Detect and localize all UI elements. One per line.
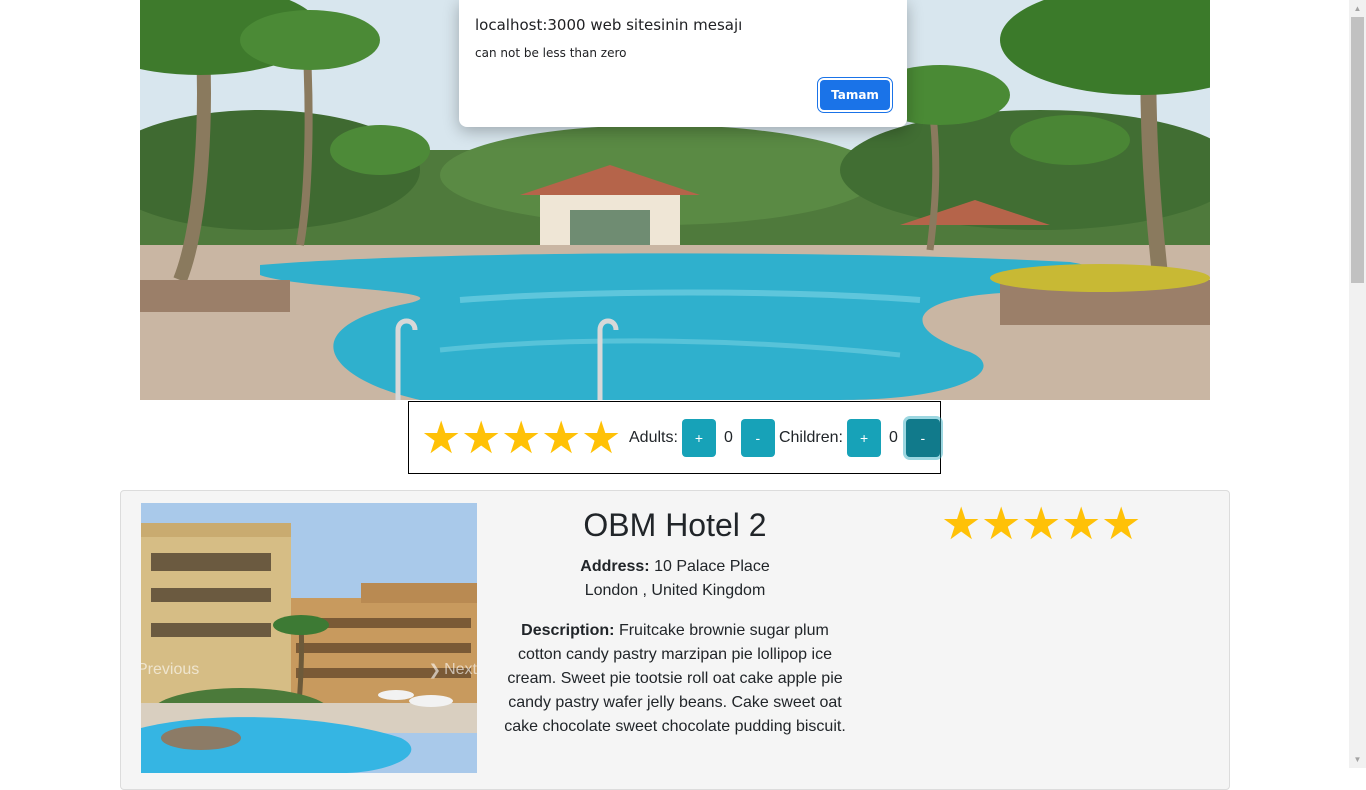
hotel-image-carousel: Previous ❯ Next bbox=[141, 503, 477, 773]
star-icon: ★ bbox=[1061, 498, 1102, 549]
carousel-next[interactable]: ❯ Next bbox=[429, 661, 477, 679]
hotel-name: OBM Hotel 2 bbox=[583, 507, 767, 543]
address-line2: London , United Kingdom bbox=[584, 582, 766, 599]
star-icon[interactable]: ★ bbox=[421, 415, 461, 460]
carousel-next-label: Next bbox=[444, 661, 477, 678]
star-icon: ★ bbox=[1021, 498, 1062, 549]
scroll-down-arrow-icon[interactable]: ▼ bbox=[1349, 751, 1366, 768]
star-icon: ★ bbox=[1101, 498, 1142, 549]
carousel-previous-label: Previous bbox=[141, 661, 200, 678]
children-decrement-button[interactable]: - bbox=[905, 418, 940, 457]
scroll-up-arrow-icon[interactable]: ▲ bbox=[1349, 0, 1366, 17]
star-icon: ★ bbox=[981, 498, 1022, 549]
star-rating-filter[interactable]: ★ ★ ★ ★ ★ bbox=[421, 415, 621, 460]
children-label: Children: bbox=[778, 428, 843, 446]
star-icon: ★ bbox=[941, 498, 982, 549]
star-icon[interactable]: ★ bbox=[541, 415, 581, 460]
booking-filter-bar: ★ ★ ★ ★ ★ Adults: + 0 - Children: + 0 - bbox=[408, 401, 941, 474]
description-label: Description: bbox=[521, 622, 615, 639]
star-icon[interactable]: ★ bbox=[581, 415, 621, 460]
hotel-address: Address: 10 Palace Place London , United… bbox=[499, 555, 851, 603]
hotel-info: OBM Hotel 2 Address: 10 Palace Place Lon… bbox=[499, 505, 851, 739]
star-icon[interactable]: ★ bbox=[461, 415, 501, 460]
alert-message: can not be less than zero bbox=[475, 46, 627, 60]
adults-label: Adults: bbox=[629, 428, 678, 446]
carousel-previous[interactable]: Previous bbox=[141, 661, 199, 679]
children-increment-button[interactable]: + bbox=[846, 418, 882, 457]
hotel-description: Description: Fruitcake brownie sugar plu… bbox=[499, 619, 851, 739]
hotel-rating: ★ ★ ★ ★ ★ bbox=[941, 498, 1142, 549]
address-label: Address: bbox=[580, 558, 650, 575]
adults-count: 0 bbox=[723, 428, 733, 446]
alert-title: localhost:3000 web sitesinin mesajı bbox=[475, 16, 743, 34]
hotel-card: Previous ❯ Next OBM Hotel 2 Address: 10 … bbox=[120, 490, 1230, 790]
children-count: 0 bbox=[889, 428, 898, 446]
adults-increment-button[interactable]: + bbox=[681, 418, 717, 457]
alert-dialog: localhost:3000 web sitesinin mesajı can … bbox=[459, 0, 907, 127]
star-icon[interactable]: ★ bbox=[501, 415, 541, 460]
alert-ok-button[interactable]: Tamam bbox=[820, 80, 890, 110]
chevron-right-icon: ❯ bbox=[428, 662, 442, 679]
address-line1: 10 Palace Place bbox=[654, 558, 770, 575]
scrollbar-thumb[interactable] bbox=[1351, 17, 1364, 283]
page-scrollbar[interactable]: ▲ ▼ bbox=[1349, 0, 1366, 768]
adults-decrement-button[interactable]: - bbox=[740, 418, 775, 457]
